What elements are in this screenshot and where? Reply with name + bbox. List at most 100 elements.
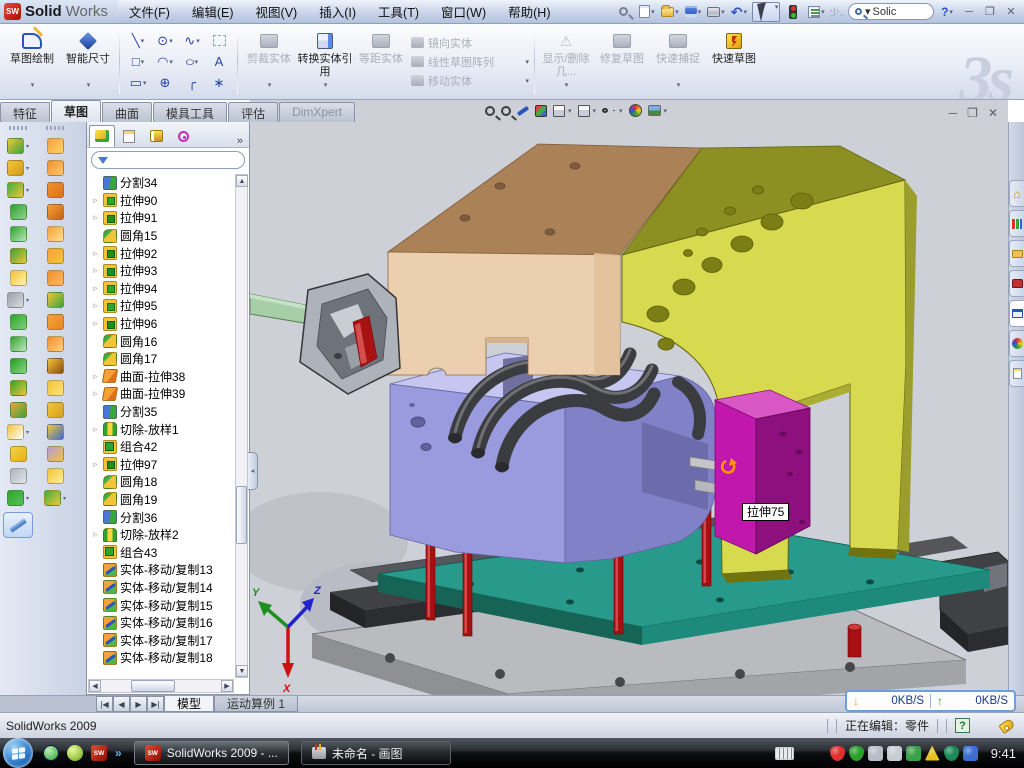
tree-item[interactable]: ▹拉伸93 xyxy=(89,262,235,280)
volume-tray-icon[interactable] xyxy=(887,746,902,761)
ellipse-tool[interactable]: ○▾ xyxy=(179,52,205,71)
feature-tool-icon[interactable]: ▾ xyxy=(44,490,66,506)
tab-1[interactable]: 特征 xyxy=(0,102,50,122)
feature-tool-icon[interactable] xyxy=(10,402,27,418)
undo-icon[interactable]: ↶▾ xyxy=(729,3,749,21)
tab-6[interactable]: DimXpert xyxy=(279,102,355,122)
doc-close-icon[interactable]: ✕ xyxy=(988,106,998,120)
feature-tool-icon[interactable] xyxy=(47,270,64,286)
feature-manager-tab[interactable] xyxy=(89,125,115,147)
tab-5[interactable]: 评估 xyxy=(228,102,278,122)
tree-item[interactable]: ▹曲面-拉伸38 xyxy=(89,368,235,386)
restore-icon[interactable]: ❐ xyxy=(981,5,999,18)
tree-item[interactable]: 圆角15 xyxy=(89,227,235,245)
3d-model[interactable]: Y Z X xyxy=(250,122,1008,695)
start-button[interactable] xyxy=(3,738,33,768)
warning-triangle-tray-icon[interactable] xyxy=(925,746,940,761)
feature-tool-icon[interactable]: ▾ xyxy=(7,160,29,176)
taskpane-tab-design-library[interactable] xyxy=(1009,210,1024,237)
menu-6[interactable]: 窗口(W) xyxy=(430,0,497,24)
feature-tool-icon[interactable] xyxy=(10,468,27,484)
mirror-entities-button[interactable]: 镜向实体 xyxy=(411,35,529,51)
feature-tool-icon[interactable] xyxy=(10,226,27,242)
text-tool[interactable]: A xyxy=(206,52,232,71)
quick-tips-icon[interactable]: ? xyxy=(955,718,970,733)
menu-1[interactable]: 文件(F) xyxy=(118,0,181,24)
open-document-icon[interactable]: ▾ xyxy=(660,3,680,21)
feature-tool-icon[interactable] xyxy=(10,336,27,352)
tree-item[interactable]: 实体-移动/复制16 xyxy=(89,614,235,632)
edit-appearance-icon[interactable] xyxy=(629,104,642,117)
feature-tool-icon[interactable]: ▾ xyxy=(7,182,29,198)
taskpane-tab-custom-properties[interactable] xyxy=(1009,360,1024,387)
tree-item[interactable]: 实体-移动/复制13 xyxy=(89,561,235,579)
design-checker-icon[interactable]: ▾ xyxy=(806,3,826,21)
tree-item[interactable]: ▹拉伸90 xyxy=(89,192,235,210)
print-icon[interactable]: ▾ xyxy=(706,3,726,21)
stoplight-icon[interactable] xyxy=(783,3,803,21)
feature-tool-icon[interactable] xyxy=(47,160,64,176)
slot-tool[interactable]: ▭▾ xyxy=(125,73,151,92)
tree-item[interactable]: ▹拉伸94 xyxy=(89,280,235,298)
feature-tool-icon[interactable] xyxy=(10,270,27,286)
messenger-blocked-tray-icon[interactable] xyxy=(963,746,978,761)
menu-2[interactable]: 编辑(E) xyxy=(181,0,245,24)
messenger-icon[interactable] xyxy=(43,745,59,761)
feature-tool-icon[interactable] xyxy=(10,248,27,264)
tree-item[interactable]: 实体-移动/复制17 xyxy=(89,631,235,649)
tree-item[interactable]: ▹拉伸96 xyxy=(89,315,235,333)
convert-entities-button[interactable]: 转换实体引用▾ xyxy=(297,26,353,97)
feature-tool-icon[interactable] xyxy=(47,182,64,198)
feature-tool-icon[interactable] xyxy=(47,446,64,462)
view-orientation-icon[interactable]: ▾ xyxy=(553,105,572,117)
solidworks-quicklaunch-icon[interactable]: SW xyxy=(91,745,107,761)
tab-2[interactable]: 草图 xyxy=(51,100,101,122)
tab-3[interactable]: 曲面 xyxy=(102,102,152,122)
taskpane-tab-view-palette[interactable] xyxy=(1009,300,1024,327)
feature-tool-icon[interactable]: ▾ xyxy=(7,424,29,440)
smart-dimension-button[interactable]: 智能尺寸▾ xyxy=(60,26,116,97)
repair-sketch-button[interactable]: 修复草图 xyxy=(594,26,650,97)
menu-5[interactable]: 工具(T) xyxy=(367,0,430,24)
feature-tool-icon[interactable] xyxy=(10,204,27,220)
antivirus-red-shield-tray-icon[interactable] xyxy=(830,746,845,761)
display-style-icon[interactable]: ▾ xyxy=(578,105,597,117)
tree-item[interactable]: 组合42 xyxy=(89,438,235,456)
tree-item[interactable]: ▹拉伸92 xyxy=(89,244,235,262)
section-view-icon[interactable] xyxy=(535,105,547,117)
apply-scene-icon[interactable]: ▾ xyxy=(648,105,668,116)
tree-item[interactable]: 实体-移动/复制18 xyxy=(89,649,235,667)
feature-tool-icon[interactable] xyxy=(47,248,64,264)
feature-tool-icon[interactable] xyxy=(47,138,64,154)
tab-next-icon[interactable]: ▶ xyxy=(130,696,147,712)
feature-tool-icon[interactable] xyxy=(47,336,64,352)
taskbar-button-solidworks[interactable]: SWSolidWorks 2009 - ... xyxy=(134,741,289,765)
tree-item[interactable]: 分割34 xyxy=(89,174,235,192)
quicklaunch-overflow-icon[interactable]: » xyxy=(115,746,122,760)
feature-tool-icon[interactable] xyxy=(10,358,27,374)
search-input[interactable]: ▾ Solic xyxy=(848,3,934,20)
minimize-icon[interactable]: ─ xyxy=(960,6,978,18)
circle-tool[interactable]: ⊙▾ xyxy=(152,31,178,50)
sketch-fillet-tool[interactable]: ╭ xyxy=(179,73,205,92)
tree-item[interactable]: 实体-移动/复制15 xyxy=(89,596,235,614)
menu-3[interactable]: 视图(V) xyxy=(245,0,309,24)
rectangle-tool[interactable]: □▾ xyxy=(125,52,151,71)
tree-item[interactable]: ▹曲面-拉伸39 xyxy=(89,385,235,403)
feature-tool-icon[interactable] xyxy=(47,468,64,484)
tree-item[interactable]: ▹拉伸97 xyxy=(89,456,235,474)
spline-tool[interactable]: ∿▾ xyxy=(179,31,205,50)
new-document-icon[interactable]: ▾ xyxy=(637,3,657,21)
view-rotate-icon[interactable] xyxy=(517,109,529,113)
certificate-check-tray-icon[interactable] xyxy=(868,746,883,761)
feature-tool-icon[interactable] xyxy=(10,446,27,462)
offset-entities-button[interactable]: 等距实体 xyxy=(353,26,409,97)
doc-minimize-icon[interactable]: ─ xyxy=(949,106,958,120)
taskpane-tab-solidworks-resources[interactable]: ⌂ xyxy=(1009,180,1024,207)
zoom-fit-icon[interactable] xyxy=(485,106,495,116)
taskpane-tab-toolbox[interactable] xyxy=(1009,270,1024,297)
feature-tool-icon[interactable] xyxy=(10,380,27,396)
sketch-button[interactable]: 草图绘制▾ xyxy=(4,26,60,97)
feature-tool-icon[interactable] xyxy=(47,226,64,242)
keyboard-tray-icon[interactable] xyxy=(775,747,794,760)
